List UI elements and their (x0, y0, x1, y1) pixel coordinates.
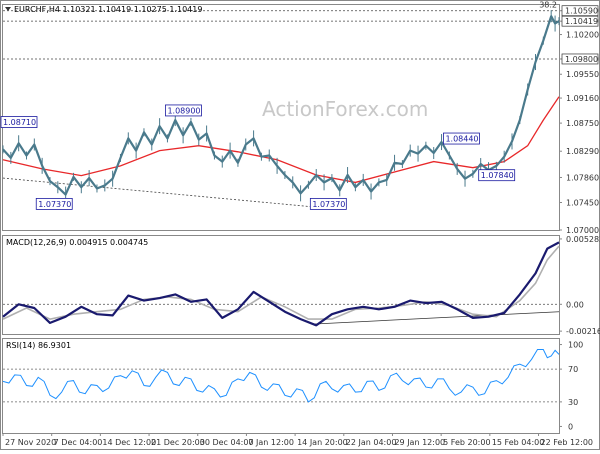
rsi-y-tick-label: 30 (568, 398, 578, 407)
rsi-y-tick-label: 100 (568, 341, 583, 350)
x-axis-tick-label: 7 Dec 04:00 (54, 438, 103, 447)
rsi-line (2, 349, 560, 403)
rsi-y-tick-label: 0 (568, 422, 573, 431)
price-annotation-label: 1.08900 (167, 106, 200, 115)
x-axis-tick-label: 22 Jan 04:00 (346, 438, 397, 447)
price-y-tick-label: 1.09160 (566, 94, 599, 103)
macd-y-tick-label: -0.002168 (566, 327, 600, 336)
price-annotation-label: 1.07840 (481, 171, 514, 180)
chart-svg: ActionForex.com EURCHF,H4 1.10321 1.10419… (0, 0, 600, 450)
x-axis-tick-label: 21 Dec 20:00 (151, 438, 205, 447)
macd-trendline (312, 311, 560, 325)
rsi-y-tick-label: 70 (568, 365, 578, 374)
price-y-tick-label: 1.08290 (566, 147, 599, 156)
x-axis-tick-label: 15 Feb 04:00 (492, 438, 544, 447)
price-annotation-label: 1.07370 (38, 200, 71, 209)
rsi-pane-title: RSI(14) 86.9301 (6, 341, 71, 350)
macd-y-tick-label: 0.00 (566, 300, 584, 309)
x-axis-tick-label: 22 Feb 12:00 (541, 438, 593, 447)
chart-container: ActionForex.com EURCHF,H4 1.10321 1.10419… (0, 0, 600, 450)
price-current-value: 1.10590 (565, 7, 598, 16)
price-annotation-label: 1.07370 (312, 200, 345, 209)
x-axis-tick-label: 14 Dec 12:00 (102, 438, 156, 447)
x-axis-tick-label: 5 Feb 20:00 (443, 438, 490, 447)
price-annotation-label: 1.08710 (3, 118, 36, 127)
macd-pane-title: MACD(12,26,9) 0.004915 0.004745 (6, 238, 148, 247)
rsi-pane-border (2, 338, 560, 434)
price-current-value: 1.10419 (565, 17, 598, 26)
price-y-tick-label: 1.10200 (566, 31, 599, 40)
outer-frame (0, 0, 600, 450)
x-axis-tick-label: 14 Jan 20:00 (297, 438, 348, 447)
price-y-tick-label: 1.08750 (566, 119, 599, 128)
price-y-tick-label: 1.07000 (566, 226, 599, 235)
price-current-value: 1.09800 (565, 55, 598, 64)
fib-label: 38.2 (539, 1, 557, 10)
watermark-text: ActionForex.com (262, 97, 428, 121)
x-axis-tick-label: 27 Nov 2020 (5, 438, 56, 447)
x-axis-tick-label: 29 Jan 12:00 (394, 438, 445, 447)
x-axis-tick-label: 7 Jan 12:00 (248, 438, 294, 447)
macd-pane-border (2, 235, 560, 335)
macd-y-tick-label: 0.005282 (566, 235, 600, 244)
x-axis-tick-label: 30 Dec 04:00 (200, 438, 254, 447)
price-y-tick-label: 1.09550 (566, 70, 599, 79)
price-y-tick-label: 1.07860 (566, 173, 599, 182)
price-y-tick-label: 1.07450 (566, 199, 599, 208)
price-pane-title: EURCHF,H4 1.10321 1.10419 1.10275 1.1041… (14, 5, 202, 14)
price-annotation-label: 1.08440 (445, 135, 478, 144)
